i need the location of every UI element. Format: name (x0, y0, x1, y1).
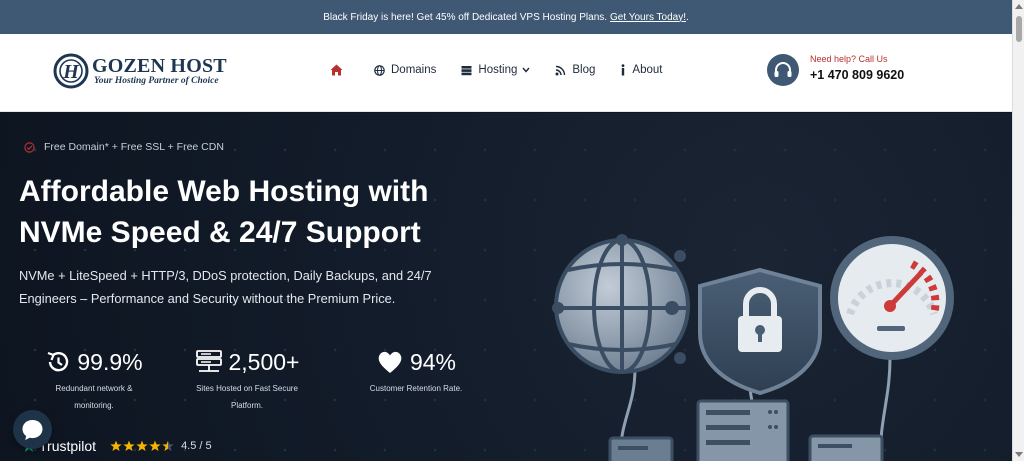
check-badge-icon (24, 141, 35, 153)
stat-sites-desc-line2: Platform. (230, 401, 263, 410)
rating-star-icon (110, 440, 122, 451)
hero-title-line2: NVMe Speed & 24/7 Support (19, 216, 421, 249)
promo-bar: Black Friday is here! Get 45% off Dedica… (0, 0, 1012, 34)
stat-retention-desc-line1: Customer Retention Rate. (369, 384, 463, 393)
rating-star-icon (162, 440, 174, 451)
promo-text: Black Friday is here! Get 45% off Dedica… (323, 11, 608, 23)
speedometer-illustration (830, 236, 954, 360)
gozen-logo-mark: H (53, 53, 89, 89)
promo-link[interactable]: Get Yours Today! (610, 12, 686, 23)
chat-button[interactable] (13, 410, 52, 449)
stat-sites: 2,500+ Sites Hosted on Fast Secure Platf… (192, 346, 302, 414)
chat-bubble-icon (22, 420, 43, 440)
rating-star-icon (136, 440, 148, 451)
hero-title: Affordable Web Hosting with NVMe Speed &… (19, 171, 519, 253)
nav-about[interactable]: About (620, 64, 662, 76)
server-icon (461, 65, 472, 75)
stat-retention-value: 94% (409, 348, 457, 375)
nav-label-blog: Blog (572, 64, 596, 76)
stat-uptime-desc-line1: Redundant network & (55, 384, 133, 393)
logo-brand: GOZEN HOST (92, 55, 227, 77)
globe-illustration (552, 234, 690, 374)
stat-sites-desc: Sites Hosted on Fast Secure Platform. (192, 380, 302, 414)
home-icon (330, 64, 343, 76)
info-icon (622, 64, 625, 76)
nav-hosting[interactable]: Hosting (461, 64, 530, 76)
scroll-down-arrow[interactable] (1015, 452, 1023, 457)
rating-stars (110, 440, 175, 452)
logo-tagline: Your Hosting Partner of Choice (94, 76, 219, 86)
nav-home[interactable] (330, 64, 349, 76)
globe-icon (374, 64, 385, 76)
hero-subtitle: NVMe + LiteSpeed + HTTP/3, DDoS protecti… (19, 264, 499, 310)
server-rack-icon (195, 350, 222, 372)
scroll-up-arrow[interactable] (1015, 4, 1023, 9)
scrollbar-thumb[interactable] (1016, 16, 1022, 42)
hero-section: Free Domain* + Free SSL + Free CDN Affor… (0, 113, 1012, 461)
nav-label-hosting: Hosting (478, 64, 518, 76)
stat-uptime: 99.9% Redundant network & monitoring. (34, 346, 154, 414)
shield-lock-illustration (698, 267, 822, 396)
rating-star-icon (123, 440, 135, 451)
hero-badge: Free Domain* + Free SSL + Free CDN (24, 141, 224, 153)
help-phone[interactable]: +1 470 809 9620 (810, 68, 904, 82)
nav-label-domains: Domains (391, 64, 437, 76)
page-scrollbar[interactable] (1012, 0, 1024, 461)
stat-uptime-value: 99.9% (77, 348, 143, 375)
svg-text:H: H (62, 61, 80, 83)
site-logo[interactable]: H GOZEN HOST Your Hosting Partner of Cho… (52, 51, 238, 91)
history-icon (48, 351, 69, 372)
hero-subtitle-line2: Engineers – Performance and Security wit… (19, 291, 396, 306)
chevron-down-icon (522, 67, 530, 73)
rss-icon (555, 65, 566, 75)
headset-icon (767, 54, 799, 86)
nav-blog[interactable]: Blog (555, 64, 595, 76)
hero-subtitle-line1: NVMe + LiteSpeed + HTTP/3, DDoS protecti… (19, 268, 432, 283)
rating-score: 4.5 / 5 (181, 440, 212, 452)
stat-retention: 94% Customer Retention Rate. (356, 346, 476, 397)
stat-uptime-desc-line2: monitoring. (74, 401, 114, 410)
hero-title-line1: Affordable Web Hosting with (19, 175, 429, 208)
rating-star-icon (149, 440, 161, 451)
main-nav: Domains Hosting Blog About (330, 60, 687, 80)
server-rack-illustration (608, 399, 884, 461)
hero-badge-text: Free Domain* + Free SSL + Free CDN (44, 141, 224, 153)
stat-retention-desc: Customer Retention Rate. (356, 380, 476, 397)
promo-suffix: . (686, 11, 689, 23)
nav-label-about: About (632, 64, 663, 76)
heart-icon (378, 351, 402, 373)
help-label: Need help? Call Us (810, 54, 888, 64)
nav-domains[interactable]: Domains (374, 64, 436, 76)
stat-sites-value: 2,500+ (228, 348, 300, 375)
stat-sites-desc-line1: Sites Hosted on Fast Secure (196, 384, 298, 393)
hero-illustration (552, 234, 954, 461)
stat-uptime-desc: Redundant network & monitoring. (34, 380, 154, 414)
site-header: H GOZEN HOST Your Hosting Partner of Cho… (0, 34, 1012, 112)
